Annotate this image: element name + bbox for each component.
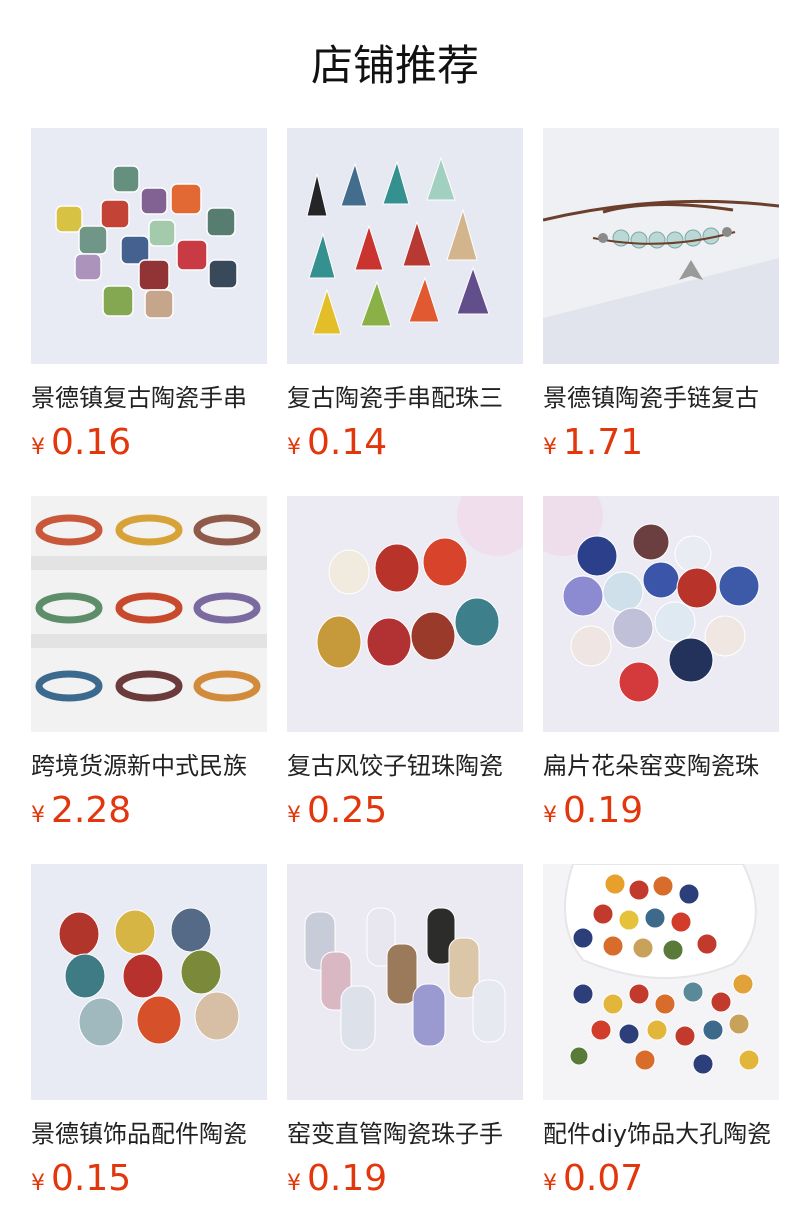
product-title[interactable]: 景德镇复古陶瓷手串: [31, 381, 267, 415]
product-price: ¥1.71: [543, 421, 779, 465]
product-card[interactable]: 扁片花朵窑变陶瓷珠 ¥0.19: [543, 496, 779, 833]
product-card[interactable]: 景德镇饰品配件陶瓷 ¥0.15: [31, 864, 267, 1201]
price-amount: 0.07: [563, 1158, 644, 1199]
price-amount: 0.19: [563, 790, 644, 831]
product-title[interactable]: 窑变直管陶瓷珠子手: [287, 1117, 523, 1151]
product-price: ¥2.28: [31, 789, 267, 833]
price-amount: 0.16: [51, 422, 132, 463]
currency-symbol: ¥: [543, 1171, 557, 1196]
product-image-flower-beads[interactable]: [543, 496, 779, 732]
currency-symbol: ¥: [31, 803, 45, 828]
product-image-tube-beads[interactable]: [287, 864, 523, 1100]
product-title[interactable]: 扁片花朵窑变陶瓷珠: [543, 749, 779, 783]
product-title[interactable]: 复古风饺子钮珠陶瓷: [287, 749, 523, 783]
product-card[interactable]: 景德镇复古陶瓷手串 ¥0.16: [31, 128, 267, 465]
product-title[interactable]: 景德镇饰品配件陶瓷: [31, 1117, 267, 1151]
currency-symbol: ¥: [287, 435, 301, 460]
product-image-bracelet[interactable]: [543, 128, 779, 364]
currency-symbol: ¥: [543, 435, 557, 460]
product-price: ¥0.14: [287, 421, 523, 465]
product-price: ¥0.19: [543, 789, 779, 833]
product-image-heart-beads[interactable]: [31, 864, 267, 1100]
product-image-bracelet-collection[interactable]: [31, 496, 267, 732]
product-image-triangle-beads[interactable]: [287, 128, 523, 364]
price-amount: 2.28: [51, 790, 132, 831]
product-image-round-beads[interactable]: [543, 864, 779, 1100]
page-title: 店铺推荐: [310, 41, 479, 90]
product-card[interactable]: 景德镇陶瓷手链复古 ¥1.71: [543, 128, 779, 465]
product-price: ¥0.25: [287, 789, 523, 833]
product-price: ¥0.07: [543, 1157, 779, 1201]
product-title[interactable]: 复古陶瓷手串配珠三: [287, 381, 523, 415]
price-amount: 0.19: [307, 1158, 388, 1199]
currency-symbol: ¥: [287, 803, 301, 828]
price-amount: 1.71: [563, 422, 644, 463]
currency-symbol: ¥: [31, 1171, 45, 1196]
product-card[interactable]: 复古陶瓷手串配珠三 ¥0.14: [287, 128, 523, 465]
currency-symbol: ¥: [287, 1171, 301, 1196]
product-title[interactable]: 跨境货源新中式民族: [31, 749, 267, 783]
price-amount: 0.15: [51, 1158, 132, 1199]
product-price: ¥0.16: [31, 421, 267, 465]
currency-symbol: ¥: [31, 435, 45, 460]
product-card[interactable]: 跨境货源新中式民族 ¥2.28: [31, 496, 267, 833]
product-image-square-beads[interactable]: [31, 128, 267, 364]
product-card[interactable]: 复古风饺子钮珠陶瓷 ¥0.25: [287, 496, 523, 833]
price-amount: 0.25: [307, 790, 388, 831]
price-amount: 0.14: [307, 422, 388, 463]
product-price: ¥0.19: [287, 1157, 523, 1201]
product-price: ¥0.15: [31, 1157, 267, 1201]
product-title[interactable]: 配件diy饰品大孔陶瓷: [543, 1117, 779, 1151]
product-image-knot-beads[interactable]: [287, 496, 523, 732]
product-card[interactable]: 配件diy饰品大孔陶瓷 ¥0.07: [543, 864, 779, 1201]
product-title[interactable]: 景德镇陶瓷手链复古: [543, 381, 779, 415]
currency-symbol: ¥: [543, 803, 557, 828]
product-card[interactable]: 窑变直管陶瓷珠子手 ¥0.19: [287, 864, 523, 1201]
